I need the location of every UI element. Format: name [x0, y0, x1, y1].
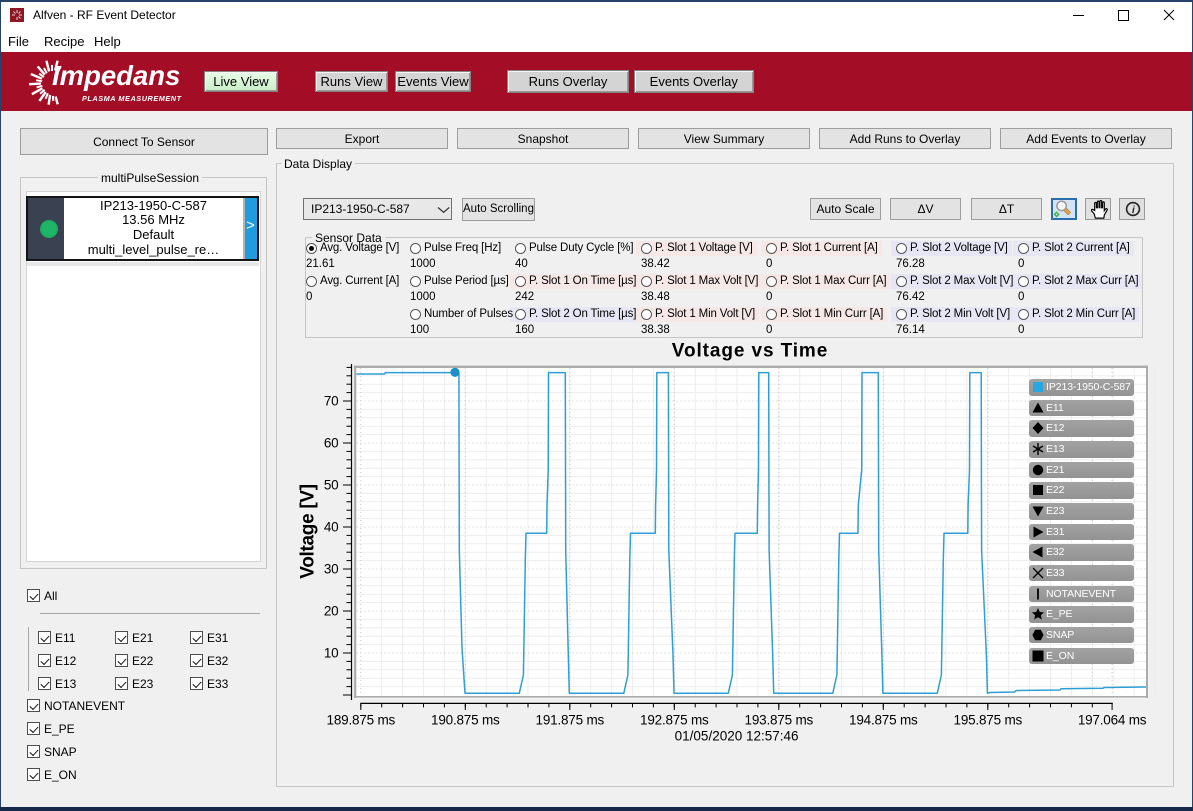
svg-text:60: 60	[324, 436, 339, 451]
svg-text:197.064 ms: 197.064 ms	[1078, 713, 1147, 728]
svg-text:Voltage [V]: Voltage [V]	[298, 484, 319, 579]
svg-text:190.875 ms: 190.875 ms	[431, 713, 500, 728]
svg-text:01/05/2020 12:57:46: 01/05/2020 12:57:46	[675, 729, 799, 744]
svg-text:189.875 ms: 189.875 ms	[327, 713, 396, 728]
svg-text:192.875 ms: 192.875 ms	[640, 713, 709, 728]
svg-text:10: 10	[324, 646, 339, 661]
svg-text:195.875 ms: 195.875 ms	[954, 713, 1023, 728]
svg-text:50: 50	[324, 478, 339, 493]
svg-text:70: 70	[324, 394, 339, 409]
svg-text:194.875 ms: 194.875 ms	[849, 713, 918, 728]
svg-text:30: 30	[324, 562, 339, 577]
svg-text:40: 40	[324, 520, 339, 535]
svg-text:20: 20	[324, 604, 339, 619]
svg-text:191.875 ms: 191.875 ms	[536, 713, 605, 728]
svg-text:Voltage vs Time: Voltage vs Time	[672, 341, 828, 362]
svg-text:193.875 ms: 193.875 ms	[745, 713, 814, 728]
